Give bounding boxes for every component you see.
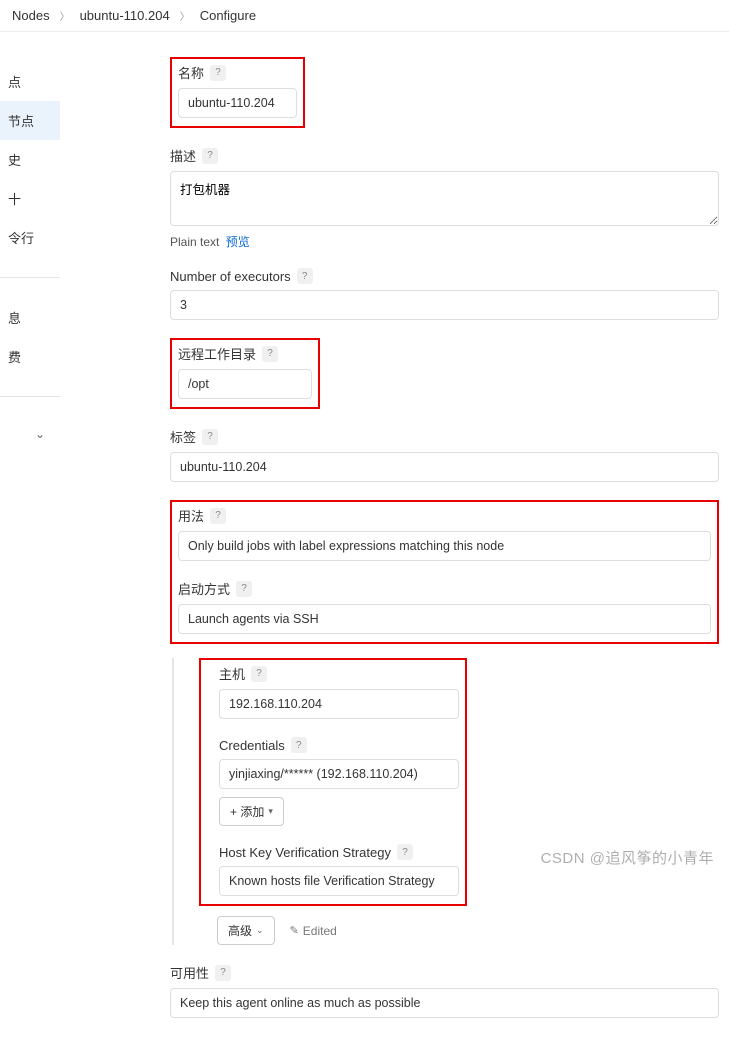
sidebar-item-node-active[interactable]: 节点: [0, 101, 60, 140]
credentials-label: Credentials: [219, 738, 285, 753]
remote-dir-label: 远程工作目录: [178, 344, 256, 363]
name-label: 名称: [178, 63, 204, 82]
sidebar-item[interactable]: 息: [0, 298, 60, 337]
description-input[interactable]: 打包机器: [170, 171, 719, 226]
preview-link[interactable]: 预览: [226, 235, 250, 249]
help-icon[interactable]: ?: [262, 346, 278, 362]
executors-input[interactable]: [170, 290, 719, 320]
launch-label: 启动方式: [178, 579, 230, 598]
breadcrumb-node[interactable]: ubuntu-110.204: [80, 8, 170, 23]
credentials-select[interactable]: yinjiaxing/****** (192.168.110.204): [219, 759, 459, 789]
sidebar-item[interactable]: 令行: [0, 218, 60, 257]
labels-input[interactable]: [170, 452, 719, 482]
edited-indicator: ✎ Edited: [290, 924, 337, 938]
chevron-down-icon: ▾: [268, 806, 273, 817]
hostkey-select[interactable]: Known hosts file Verification Strategy: [219, 866, 459, 896]
host-label: 主机: [219, 664, 245, 683]
launch-select[interactable]: Launch agents via SSH: [178, 604, 711, 634]
main-form: 名称 ? 描述 ? 打包机器 Plain text 预览 Number of e…: [60, 32, 729, 1046]
help-icon[interactable]: ?: [291, 737, 307, 753]
help-icon[interactable]: ?: [210, 508, 226, 524]
chevron-down-icon: ⌄: [256, 925, 264, 936]
pencil-icon: ✎: [290, 924, 299, 937]
hostkey-label: Host Key Verification Strategy: [219, 845, 391, 860]
chevron-down-icon: ⌄: [35, 427, 45, 441]
help-icon[interactable]: ?: [202, 148, 218, 164]
breadcrumb-nodes[interactable]: Nodes: [12, 8, 50, 23]
chevron-right-icon: 〉: [60, 8, 70, 23]
labels-label: 标签: [170, 427, 196, 446]
help-icon[interactable]: ?: [210, 65, 226, 81]
availability-select[interactable]: Keep this agent online as much as possib…: [170, 988, 719, 1018]
breadcrumb-current: Configure: [200, 8, 256, 23]
description-label: 描述: [170, 146, 196, 165]
remote-dir-input[interactable]: [178, 369, 312, 399]
sidebar: 点 节点 史 十 令行 息 费 ⌄: [0, 32, 60, 1046]
breadcrumb: Nodes 〉 ubuntu-110.204 〉 Configure: [0, 0, 729, 32]
sidebar-item[interactable]: 费: [0, 337, 60, 376]
help-icon[interactable]: ?: [236, 581, 252, 597]
plain-text-label: Plain text: [170, 235, 219, 249]
help-icon[interactable]: ?: [215, 965, 231, 981]
sidebar-item[interactable]: 史: [0, 140, 60, 179]
help-icon[interactable]: ?: [297, 268, 313, 284]
advanced-button[interactable]: 高级 ⌄: [217, 916, 275, 945]
host-input[interactable]: [219, 689, 459, 719]
help-icon[interactable]: ?: [251, 666, 267, 682]
availability-label: 可用性: [170, 963, 209, 982]
help-icon[interactable]: ?: [397, 844, 413, 860]
watermark: CSDN @追风筝的小青年: [541, 847, 714, 868]
help-icon[interactable]: ?: [202, 429, 218, 445]
usage-label: 用法: [178, 506, 204, 525]
usage-select[interactable]: Only build jobs with label expressions m…: [178, 531, 711, 561]
name-input[interactable]: [178, 88, 297, 118]
executors-label: Number of executors: [170, 269, 291, 284]
chevron-right-icon: 〉: [180, 8, 190, 23]
sidebar-item[interactable]: 十: [0, 179, 60, 218]
add-credentials-button[interactable]: + 添加 ▾: [219, 797, 284, 826]
sidebar-item[interactable]: 点: [0, 62, 60, 101]
sidebar-collapse[interactable]: ⌄: [0, 417, 60, 451]
